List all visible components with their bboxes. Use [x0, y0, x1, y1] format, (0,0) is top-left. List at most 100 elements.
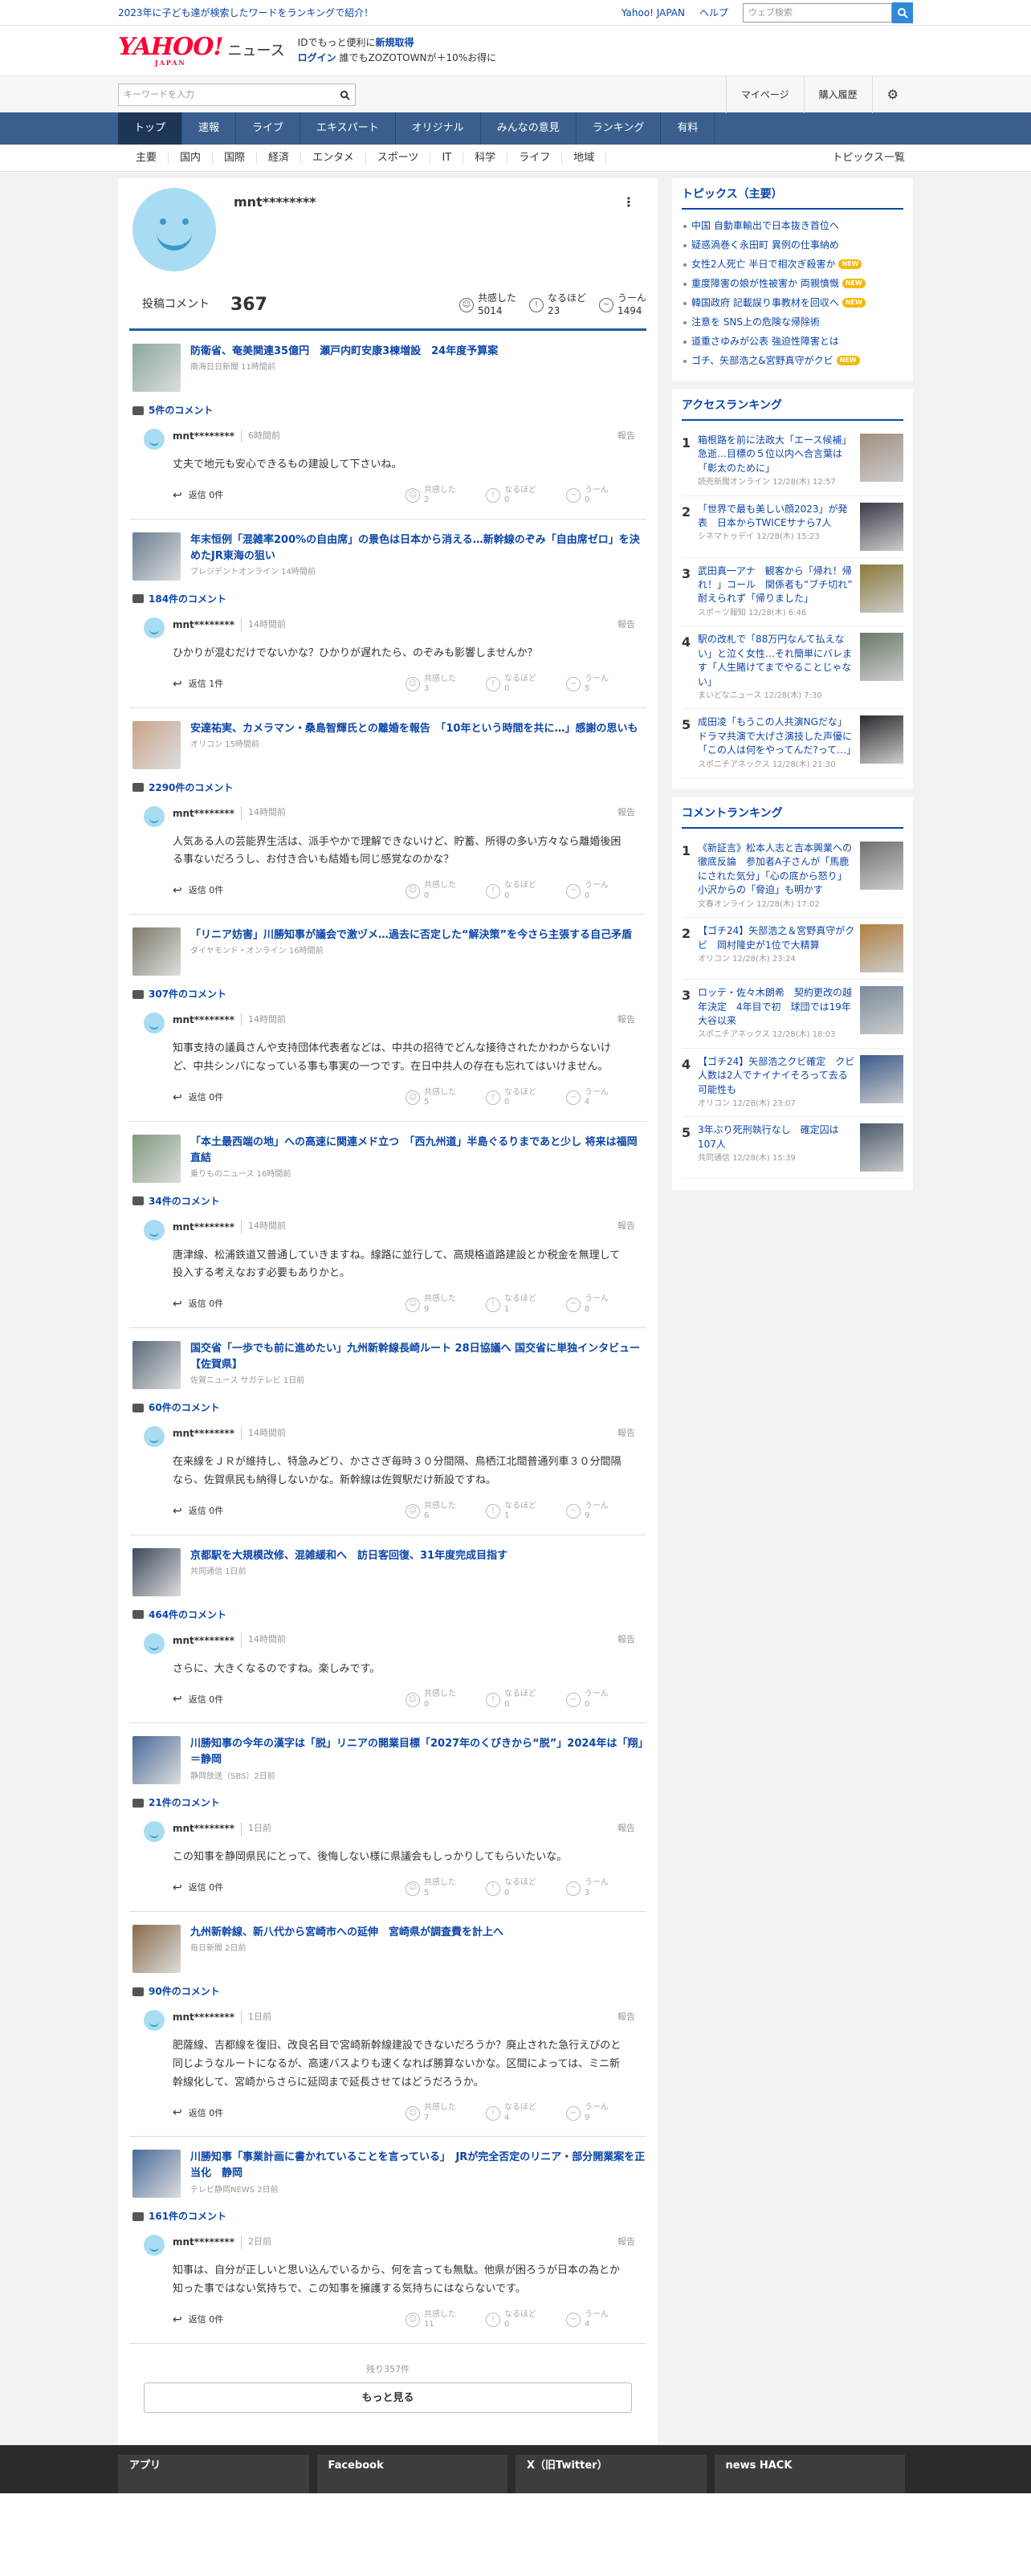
- footer-card-1[interactable]: Facebook: [316, 2455, 507, 2494]
- article-link[interactable]: 「リニア妨害」川勝知事が議会で激ヅメ…過去に否定した“解決策”を今さら主張する自…: [129, 927, 646, 976]
- subnav-item-2[interactable]: 国際: [213, 153, 258, 164]
- ranking-headline[interactable]: 【ゴチ24】矢部浩之＆宮野真守がクビ 岡村隆史が1位で大精算: [698, 925, 854, 950]
- comment-count-link[interactable]: 21件のコメント: [132, 1795, 646, 1810]
- reply-button[interactable]: ↩ 返信 0件: [173, 1503, 223, 1520]
- ranking-headline[interactable]: 《新証言》松本人志と吉本興業への徹底反論 参加者A子さんが「馬鹿にされた気分」「…: [698, 842, 852, 895]
- insight-button[interactable]: ! なるほど 0: [486, 2310, 550, 2330]
- insight-button[interactable]: ! なるほど 0: [486, 1689, 550, 1710]
- report-link[interactable]: 報告: [617, 1427, 635, 1441]
- comment-count-link[interactable]: 34件のコメント: [132, 1194, 646, 1209]
- nav-tab-3[interactable]: エキスパート: [300, 112, 396, 145]
- hmm-button[interactable]: ~ うーん 8: [566, 1294, 630, 1314]
- ranking-item[interactable]: 1 《新証言》松本人志と吉本興業への徹底反論 参加者A子さんが「馬鹿にされた気分…: [682, 835, 903, 919]
- comment-count-link[interactable]: 307件のコメント: [132, 987, 646, 1001]
- insight-button[interactable]: ! なるほど 0: [486, 1878, 550, 1898]
- reply-button[interactable]: ↩ 返信 0件: [173, 882, 223, 899]
- hmm-button[interactable]: ~ うーん 0: [566, 486, 630, 506]
- report-link[interactable]: 報告: [617, 2011, 635, 2024]
- article-link[interactable]: 安達祐実、カメラマン・桑島智輝氏との離婚を報告 「10年という時間を共に…」感謝…: [129, 720, 646, 769]
- ranking-item[interactable]: 4 駅の改札で「88万円なんて払えない」と泣く女性…それ簡単にバレます「人生賭け…: [682, 626, 903, 710]
- subnav-item-7[interactable]: 科学: [463, 153, 508, 164]
- article-link[interactable]: 川勝知事の今年の漢字は「脱」リニアの開業目標「2027年のくびきから“脱”」20…: [129, 1736, 646, 1785]
- nav-tab-1[interactable]: 速報: [182, 112, 237, 145]
- hmm-button[interactable]: ~ うーん 9: [566, 1502, 630, 1522]
- article-link[interactable]: 「本土最西端の地」への高速に関連メド立つ 「西九州道」半島ぐるりまであと少し 将…: [129, 1134, 646, 1183]
- report-link[interactable]: 報告: [617, 1633, 635, 1647]
- ranking-headline[interactable]: 武田真一アナ 観客から「帰れ！帰れ！」コール 関係者も“ブチ切れ” 耐えられず「…: [698, 565, 862, 605]
- comment-user[interactable]: mnt********: [173, 1821, 234, 1836]
- mypage-link[interactable]: マイページ: [725, 76, 804, 113]
- hmm-button[interactable]: ~ うーん 9: [566, 2103, 630, 2123]
- nav-tab-7[interactable]: 有料: [661, 112, 715, 145]
- signup-link[interactable]: 新規取得: [375, 37, 414, 48]
- comment-count-link[interactable]: 2290件のコメント: [132, 781, 646, 795]
- article-headline[interactable]: 「リニア妨害」川勝知事が議会で激ヅメ…過去に否定した“解決策”を今さら主張する自…: [190, 927, 632, 944]
- hmm-button[interactable]: ~ うーん 0: [566, 881, 630, 901]
- ranking-headline[interactable]: 駅の改札で「88万円なんて払えない」と泣く女性…それ簡単にバレます「人生賭けてま…: [698, 634, 852, 687]
- reply-button[interactable]: ↩ 返信 0件: [173, 1090, 223, 1107]
- help-link[interactable]: ヘルプ: [699, 6, 728, 20]
- insight-button[interactable]: ! なるほど 0: [486, 486, 550, 506]
- reply-button[interactable]: ↩ 返信 0件: [173, 1691, 223, 1708]
- nav-tab-2[interactable]: ライブ: [236, 112, 301, 145]
- ranking-headline[interactable]: 「世界で最も美しい顔2023」が発表 日本からTWICEサナら7人: [698, 503, 848, 528]
- ranking-item[interactable]: 5 成田凌「もうこの人共演NGだな」ドラマ共演で大げさ演技した声優に「この人は何…: [682, 709, 903, 779]
- agree-button[interactable]: ☺ 共感した 7: [405, 2103, 470, 2123]
- topic-link[interactable]: 重度障害の娘が性被害か 両親憤慨 NEW: [682, 274, 903, 293]
- topic-link[interactable]: 中国 自動車輸出で日本抜き首位へ: [682, 216, 903, 235]
- article-headline[interactable]: 防衛省、奄美関連35億円 瀬戸内町安康3棟増設 24年度予算案: [190, 344, 498, 360]
- insight-button[interactable]: ! なるほど 4: [486, 2103, 550, 2123]
- insight-button[interactable]: ! なるほど 1: [486, 1294, 550, 1314]
- reply-button[interactable]: ↩ 返信 0件: [173, 1296, 223, 1313]
- reply-button[interactable]: ↩ 返信 0件: [173, 2105, 223, 2122]
- article-link[interactable]: 九州新幹線、新八代から宮崎市への延伸 宮崎県が調査費を計上へ 毎日新聞 2日前: [129, 1925, 646, 1973]
- promo-link[interactable]: 2023年に子ども達が検索したワードをランキングで紹介！: [118, 6, 621, 20]
- hmm-button[interactable]: ~ うーん 5: [566, 675, 630, 695]
- comment-user[interactable]: mnt********: [173, 1220, 234, 1234]
- nav-tab-0[interactable]: トップ: [118, 112, 183, 145]
- topic-link[interactable]: 道重さゆみが公表 強迫性障害とは: [682, 332, 903, 351]
- subnav-item-8[interactable]: ライフ: [507, 153, 563, 164]
- ranking-headline[interactable]: 3年ぶり死刑執行なし 確定囚は107人: [698, 1124, 839, 1149]
- article-headline[interactable]: 安達祐実、カメラマン・桑島智輝氏との離婚を報告 「10年という時間を共に…」感謝…: [190, 721, 638, 737]
- comment-user[interactable]: mnt********: [173, 2235, 234, 2249]
- reply-button[interactable]: ↩ 返信 1件: [173, 676, 223, 693]
- article-link[interactable]: 年末恒例「混雑率200%の自由席」の景色は日本から消える…新幹線のぞみ「自由席ゼ…: [129, 532, 646, 581]
- topic-link[interactable]: 韓国政府 記載誤り事教材を回収へ NEW: [682, 293, 903, 312]
- subnav-item-1[interactable]: 国内: [169, 153, 214, 164]
- topic-link[interactable]: 女性2人死亡 半日で相次ぎ殺害か NEW: [682, 255, 903, 274]
- report-link[interactable]: 報告: [617, 618, 635, 632]
- comment-count-link[interactable]: 90件のコメント: [132, 1984, 646, 1999]
- subnav-item-3[interactable]: 経済: [257, 153, 302, 164]
- yahoo-japan-link[interactable]: Yahoo! JAPAN: [621, 6, 685, 20]
- insight-button[interactable]: ! なるほど 0: [486, 1088, 550, 1108]
- subnav-item-4[interactable]: エンタメ: [301, 153, 366, 164]
- agree-button[interactable]: ☺ 共感した 11: [405, 2310, 470, 2330]
- comment-user[interactable]: mnt********: [173, 618, 234, 632]
- agree-button[interactable]: ☺ 共感した 0: [405, 881, 470, 901]
- ranking-headline[interactable]: 【ゴチ24】矢部浩之クビ確定 クビ人数は2人でナイナイそろって去る可能性も: [698, 1056, 854, 1095]
- reply-button[interactable]: ↩ 返信 0件: [173, 487, 223, 504]
- hmm-button[interactable]: ~ うーん 4: [566, 1088, 630, 1108]
- article-headline[interactable]: 京都駅を大規模改修、混雑緩和へ 訪日客回復、31年度完成目指す: [190, 1548, 507, 1564]
- article-headline[interactable]: 国交省「一歩でも前に進めたい」九州新幹線長崎ルート 28日協議へ 国交省に単独イ…: [190, 1341, 646, 1373]
- comment-count-link[interactable]: 60件のコメント: [132, 1400, 646, 1415]
- purchase-history-link[interactable]: 購入履歴: [803, 76, 872, 113]
- insight-button[interactable]: ! なるほど 1: [486, 1502, 550, 1522]
- ranking-item[interactable]: 4 【ゴチ24】矢部浩之クビ確定 クビ人数は2人でナイナイそろって去る可能性もオ…: [682, 1049, 903, 1118]
- agree-button[interactable]: ☺ 共感した 6: [405, 1502, 470, 1522]
- comment-user[interactable]: mnt********: [173, 1013, 234, 1027]
- comment-user[interactable]: mnt********: [173, 806, 234, 821]
- hmm-button[interactable]: ~ うーん 3: [566, 1878, 630, 1898]
- reply-button[interactable]: ↩ 返信 0件: [173, 1880, 223, 1897]
- insight-button[interactable]: ! なるほど 0: [486, 675, 550, 695]
- ranking-item[interactable]: 1 箱根路を前に法政大「エース候補」急逝…目標の５位以内へ合言葉は「彰太のために…: [682, 427, 903, 496]
- keyword-search-input[interactable]: キーワードを入力: [118, 84, 356, 106]
- settings-button[interactable]: ⚙: [871, 76, 913, 113]
- article-link[interactable]: 京都駅を大規模改修、混雑緩和へ 訪日客回復、31年度完成目指す 共同通信 1日前: [129, 1547, 646, 1596]
- agree-button[interactable]: ☺ 共感した 3: [405, 675, 470, 695]
- subnav-item-9[interactable]: 地域: [562, 153, 607, 164]
- nav-tab-5[interactable]: みんなの意見: [481, 112, 577, 145]
- ranking-item[interactable]: 2 【ゴチ24】矢部浩之＆宮野真守がクビ 岡村隆史が1位で大精算 オリコン 12/…: [682, 918, 903, 980]
- footer-card-0[interactable]: アプリ: [118, 2455, 309, 2494]
